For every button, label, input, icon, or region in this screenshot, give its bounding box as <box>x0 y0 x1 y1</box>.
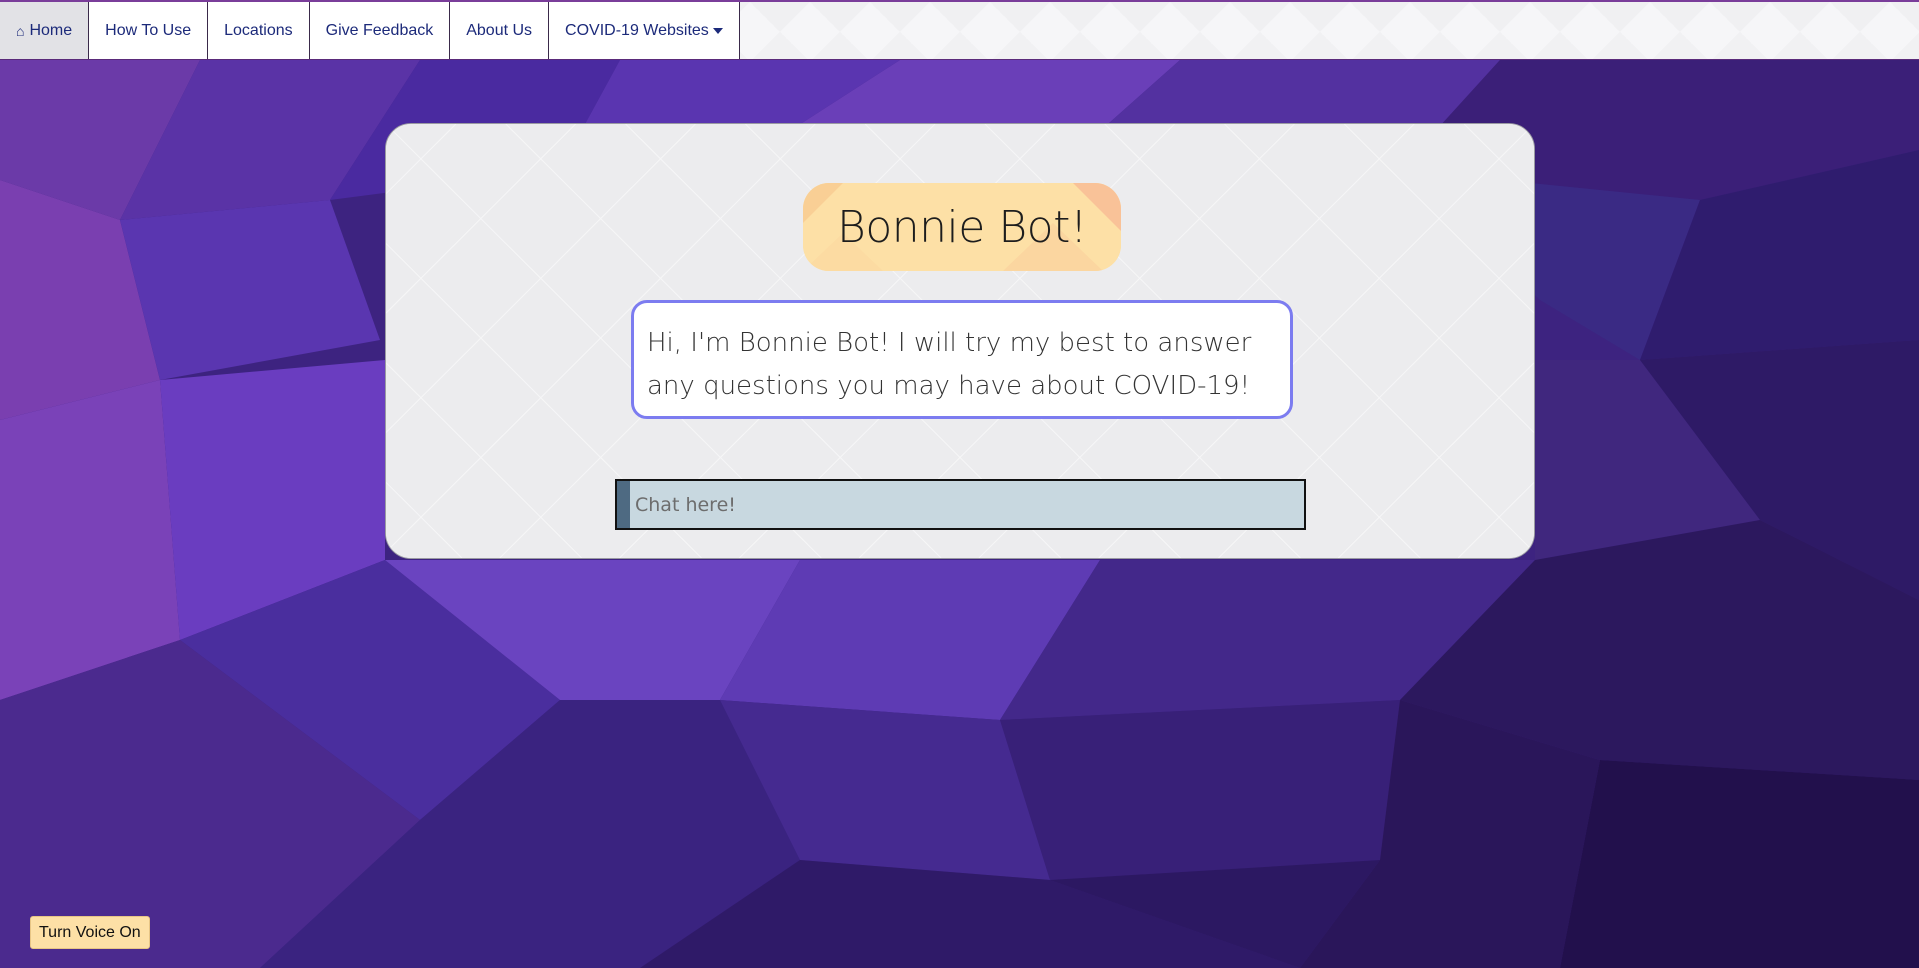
nav-home[interactable]: ⌂ Home <box>0 2 90 59</box>
bot-greeting-text: Hi, I'm Bonnie Bot! I will try my best t… <box>647 328 1252 401</box>
turn-voice-on-button[interactable]: Turn Voice On <box>30 916 150 949</box>
nav-how-to-use-label: How To Use <box>105 21 192 39</box>
nav-about-us[interactable]: About Us <box>450 2 550 59</box>
top-navbar: ⌂ Home How To Use Locations Give Feedbac… <box>0 0 1919 60</box>
input-accent-bar <box>617 481 630 528</box>
nav-covid-websites-dropdown[interactable]: COVID-19 Websites <box>549 2 740 59</box>
chat-card: Bonnie Bot! Hi, I'm Bonnie Bot! I will t… <box>385 123 1535 559</box>
bot-title: Bonnie Bot! <box>837 201 1087 253</box>
nav-give-feedback-label: Give Feedback <box>325 21 434 39</box>
nav-home-label: Home <box>29 21 73 39</box>
chat-input[interactable] <box>630 481 1304 528</box>
bot-message-bubble: Hi, I'm Bonnie Bot! I will try my best t… <box>631 300 1293 419</box>
nav-locations[interactable]: Locations <box>208 2 310 59</box>
chat-input-container <box>615 479 1306 530</box>
nav-about-us-label: About Us <box>466 21 533 39</box>
nav-how-to-use[interactable]: How To Use <box>89 2 209 59</box>
nav-locations-label: Locations <box>224 21 293 39</box>
voice-button-label: Turn Voice On <box>39 923 141 941</box>
home-icon: ⌂ <box>16 22 25 39</box>
nav-give-feedback[interactable]: Give Feedback <box>309 2 451 59</box>
bot-title-badge: Bonnie Bot! <box>803 183 1121 271</box>
nav-covid-websites-label: COVID-19 Websites <box>565 21 709 39</box>
chevron-down-icon <box>712 27 723 34</box>
